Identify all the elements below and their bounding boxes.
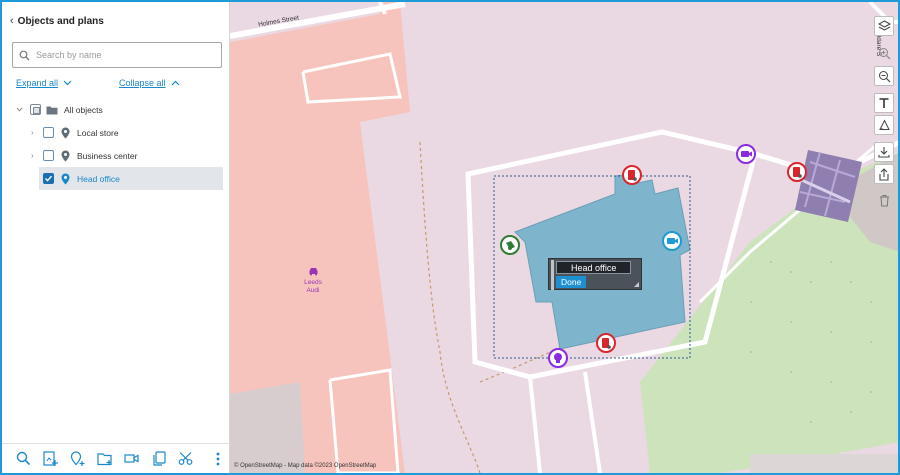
sensor-icon — [506, 241, 515, 250]
object-tree: All objects › Local store › Business cen… — [2, 98, 230, 190]
alarm-panel-icon — [628, 170, 637, 181]
chevron-left-icon: ‹ — [10, 15, 14, 27]
checkbox-head-office[interactable] — [43, 173, 54, 184]
add-plan-button[interactable] — [37, 446, 64, 472]
camera-device-marker[interactable] — [736, 144, 756, 164]
alarm-device-marker[interactable] — [622, 165, 642, 185]
zoom-out-button[interactable] — [874, 66, 894, 86]
text-icon — [879, 98, 889, 108]
cut-icon — [178, 452, 193, 465]
more-vertical-icon — [216, 452, 220, 466]
road — [583, 371, 602, 473]
expand-all-label: Expand all — [16, 78, 59, 88]
layers-icon — [877, 20, 891, 31]
chevron-down-icon[interactable] — [16, 107, 23, 112]
copy-button[interactable] — [145, 446, 172, 472]
building-grey — [230, 382, 305, 473]
add-plan-icon — [43, 450, 58, 466]
folder-icon — [46, 106, 58, 114]
copy-icon — [152, 451, 166, 466]
label-editor: Done — [548, 258, 642, 290]
zoom-in-button[interactable] — [874, 43, 894, 63]
add-folder-button[interactable] — [91, 446, 118, 472]
resize-handle[interactable] — [634, 282, 639, 287]
collapse-all-label: Collapse all — [119, 78, 166, 88]
sidebar-title: Objects and plans — [17, 15, 104, 27]
tree-item-label: Local store — [77, 127, 119, 138]
map-view[interactable]: Holmes Street Kildare S Leeds Audi Head … — [230, 2, 898, 473]
poi-car-dealer[interactable]: Leeds Audi — [300, 267, 326, 295]
triangle-icon — [878, 119, 890, 130]
checkbox-all-objects[interactable] — [30, 104, 41, 115]
poi-label: Leeds Audi — [304, 279, 322, 294]
chevron-up-icon — [171, 80, 179, 86]
search-button[interactable] — [10, 446, 37, 472]
chevron-right-icon[interactable]: › — [31, 151, 34, 160]
location-pin-icon — [61, 127, 70, 138]
tree-item-local-store[interactable]: › Local store — [2, 121, 230, 144]
chevron-down-icon — [63, 80, 72, 86]
tree-item-all-objects[interactable]: All objects — [2, 98, 230, 121]
add-text-button[interactable] — [874, 93, 894, 113]
draw-shape-button[interactable] — [874, 115, 894, 135]
expand-all-link[interactable]: Expand all — [16, 78, 72, 88]
search-icon — [16, 451, 31, 466]
checkbox-business-center[interactable] — [43, 150, 54, 161]
export-icon — [879, 167, 889, 181]
camera-link-button[interactable] — [118, 446, 145, 472]
app-window: ‹ Objects and plans Expand all Collapse … — [0, 0, 900, 475]
zoom-out-icon — [878, 70, 890, 82]
alarm-device-marker[interactable] — [596, 333, 616, 353]
back-button[interactable]: ‹ Objects and plans — [10, 12, 104, 30]
download-button[interactable] — [874, 142, 894, 162]
houses-row — [750, 454, 898, 473]
zoom-in-icon — [878, 47, 890, 59]
checkbox-local-store[interactable] — [43, 127, 54, 138]
tree-item-head-office[interactable]: Head office — [39, 167, 223, 190]
chevron-right-icon[interactable]: › — [31, 128, 34, 137]
trash-icon — [879, 194, 889, 206]
camera-device-marker[interactable] — [662, 231, 682, 251]
sensor-device-marker[interactable] — [500, 235, 520, 255]
dome-camera-icon — [554, 353, 562, 363]
camera-icon — [666, 238, 678, 244]
tree-item-label: Business center — [77, 150, 138, 161]
ptz-camera-marker[interactable] — [548, 348, 568, 368]
map-canvas — [230, 2, 898, 473]
cut-button[interactable] — [172, 446, 199, 472]
search-input[interactable] — [36, 50, 206, 60]
objects-sidebar: ‹ Objects and plans Expand all Collapse … — [2, 2, 230, 473]
collapse-all-link[interactable]: Collapse all — [119, 78, 180, 88]
download-icon — [878, 147, 890, 158]
delete-button[interactable] — [874, 190, 894, 210]
checkmark-icon — [45, 175, 53, 182]
search-box[interactable] — [12, 42, 222, 68]
car-icon — [309, 268, 317, 276]
location-pin-icon — [61, 173, 70, 184]
add-folder-icon — [96, 452, 112, 465]
add-location-icon — [70, 450, 85, 466]
tree-item-label: Head office — [77, 173, 120, 184]
alarm-panel-icon — [602, 338, 611, 349]
tree-item-business-center[interactable]: › Business center — [2, 144, 230, 167]
export-button[interactable] — [874, 164, 894, 184]
camera-icon — [740, 151, 752, 157]
sidebar-toolbar — [2, 443, 230, 473]
tree-item-label: All objects — [64, 104, 103, 115]
alarm-panel-icon — [793, 167, 802, 178]
drag-handle[interactable] — [551, 260, 554, 290]
alarm-device-marker[interactable] — [787, 162, 807, 182]
road — [528, 376, 542, 473]
add-location-button[interactable] — [64, 446, 91, 472]
search-icon — [19, 50, 30, 60]
done-button[interactable]: Done — [556, 276, 587, 288]
label-text-input[interactable] — [556, 261, 631, 274]
more-button[interactable] — [212, 448, 224, 470]
location-pin-icon — [61, 150, 70, 161]
expand-collapse-row: Expand all Collapse all — [16, 78, 216, 92]
camera-link-icon — [123, 454, 139, 463]
layers-button[interactable] — [874, 16, 894, 36]
map-attribution: © OpenStreetMap - Map data ©2023 OpenStr… — [234, 463, 377, 469]
